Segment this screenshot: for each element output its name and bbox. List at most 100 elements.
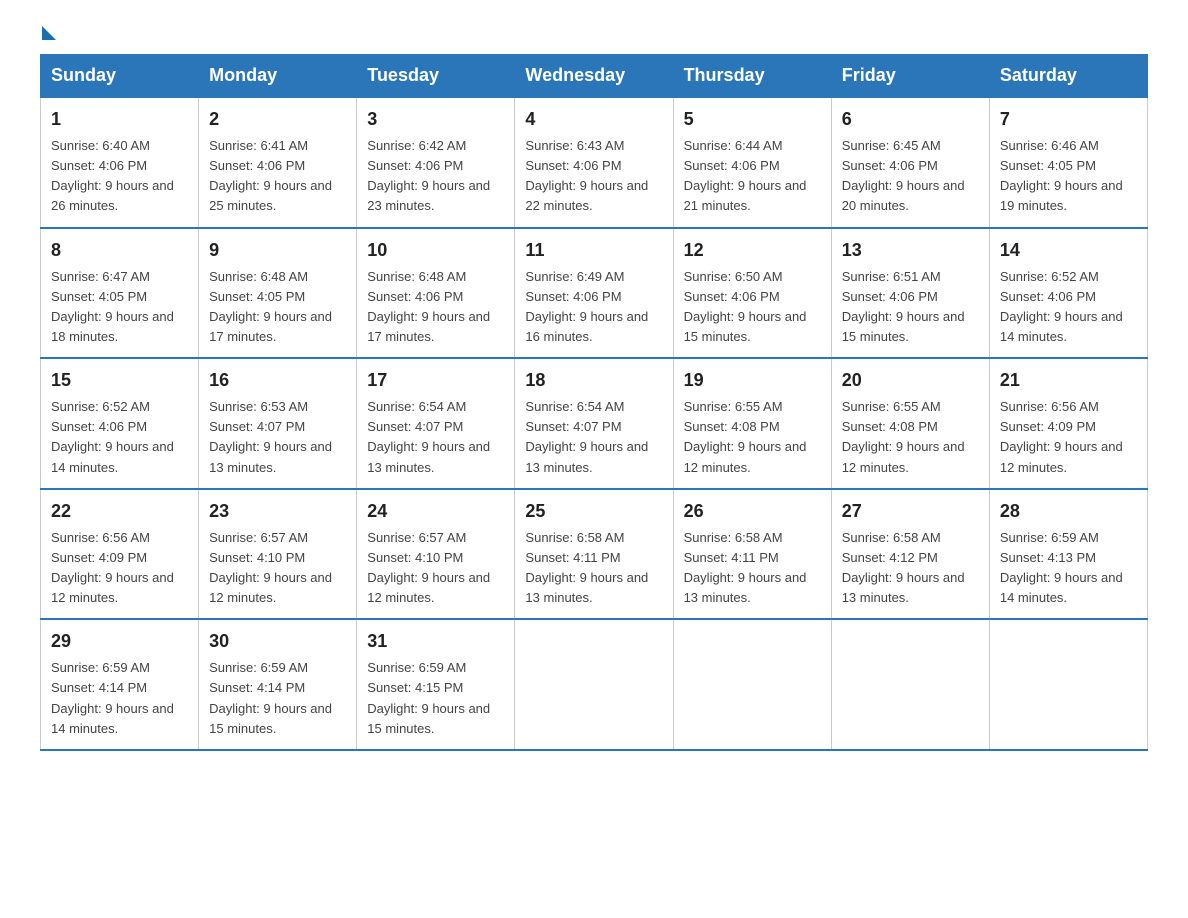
- day-number: 2: [209, 106, 346, 133]
- calendar-cell: 8 Sunrise: 6:47 AMSunset: 4:05 PMDaylight…: [41, 228, 199, 359]
- day-number: 20: [842, 367, 979, 394]
- day-info: Sunrise: 6:51 AMSunset: 4:06 PMDaylight:…: [842, 267, 979, 348]
- day-info: Sunrise: 6:46 AMSunset: 4:05 PMDaylight:…: [1000, 136, 1137, 217]
- weekday-header-sunday: Sunday: [41, 55, 199, 98]
- day-info: Sunrise: 6:59 AMSunset: 4:14 PMDaylight:…: [209, 658, 346, 739]
- calendar-cell: 16 Sunrise: 6:53 AMSunset: 4:07 PMDayligh…: [199, 358, 357, 489]
- calendar-cell: 20 Sunrise: 6:55 AMSunset: 4:08 PMDayligh…: [831, 358, 989, 489]
- calendar-cell: 18 Sunrise: 6:54 AMSunset: 4:07 PMDayligh…: [515, 358, 673, 489]
- calendar-cell: 17 Sunrise: 6:54 AMSunset: 4:07 PMDayligh…: [357, 358, 515, 489]
- calendar-cell: 10Sunrise: 6:48 AMSunset: 4:06 PMDayligh…: [357, 228, 515, 359]
- calendar-cell: 31 Sunrise: 6:59 AMSunset: 4:15 PMDayligh…: [357, 619, 515, 750]
- calendar-cell: 29 Sunrise: 6:59 AMSunset: 4:14 PMDayligh…: [41, 619, 199, 750]
- day-number: 22: [51, 498, 188, 525]
- day-info: Sunrise: 6:48 AMSunset: 4:05 PMDaylight:…: [209, 267, 346, 348]
- weekday-header-wednesday: Wednesday: [515, 55, 673, 98]
- day-info: Sunrise: 6:54 AMSunset: 4:07 PMDaylight:…: [367, 397, 504, 478]
- calendar-cell: 14 Sunrise: 6:52 AMSunset: 4:06 PMDayligh…: [989, 228, 1147, 359]
- calendar-cell: 9Sunrise: 6:48 AMSunset: 4:05 PMDaylight…: [199, 228, 357, 359]
- day-number: 13: [842, 237, 979, 264]
- calendar-cell: 30 Sunrise: 6:59 AMSunset: 4:14 PMDayligh…: [199, 619, 357, 750]
- day-number: 4: [525, 106, 662, 133]
- day-number: 11: [525, 237, 662, 264]
- day-number: 24: [367, 498, 504, 525]
- weekday-header-friday: Friday: [831, 55, 989, 98]
- day-number: 29: [51, 628, 188, 655]
- day-number: 19: [684, 367, 821, 394]
- day-number: 18: [525, 367, 662, 394]
- day-number: 12: [684, 237, 821, 264]
- day-number: 27: [842, 498, 979, 525]
- day-number: 30: [209, 628, 346, 655]
- calendar-cell: 28 Sunrise: 6:59 AMSunset: 4:13 PMDayligh…: [989, 489, 1147, 620]
- day-info: Sunrise: 6:58 AMSunset: 4:11 PMDaylight:…: [684, 528, 821, 609]
- weekday-header-monday: Monday: [199, 55, 357, 98]
- day-info: Sunrise: 6:52 AMSunset: 4:06 PMDaylight:…: [1000, 267, 1137, 348]
- day-info: Sunrise: 6:58 AMSunset: 4:12 PMDaylight:…: [842, 528, 979, 609]
- calendar-cell: 5 Sunrise: 6:44 AMSunset: 4:06 PMDaylight…: [673, 97, 831, 228]
- calendar-cell: 24 Sunrise: 6:57 AMSunset: 4:10 PMDayligh…: [357, 489, 515, 620]
- day-number: 14: [1000, 237, 1137, 264]
- day-number: 3: [367, 106, 504, 133]
- day-info: Sunrise: 6:59 AMSunset: 4:13 PMDaylight:…: [1000, 528, 1137, 609]
- calendar-cell: 1 Sunrise: 6:40 AMSunset: 4:06 PMDaylight…: [41, 97, 199, 228]
- day-info: Sunrise: 6:55 AMSunset: 4:08 PMDaylight:…: [684, 397, 821, 478]
- day-info: Sunrise: 6:57 AMSunset: 4:10 PMDaylight:…: [367, 528, 504, 609]
- day-number: 26: [684, 498, 821, 525]
- day-info: Sunrise: 6:40 AMSunset: 4:06 PMDaylight:…: [51, 136, 188, 217]
- calendar-cell: [673, 619, 831, 750]
- day-number: 17: [367, 367, 504, 394]
- day-info: Sunrise: 6:53 AMSunset: 4:07 PMDaylight:…: [209, 397, 346, 478]
- calendar-cell: 25 Sunrise: 6:58 AMSunset: 4:11 PMDayligh…: [515, 489, 673, 620]
- day-number: 5: [684, 106, 821, 133]
- calendar-cell: 2 Sunrise: 6:41 AMSunset: 4:06 PMDaylight…: [199, 97, 357, 228]
- day-number: 16: [209, 367, 346, 394]
- day-info: Sunrise: 6:44 AMSunset: 4:06 PMDaylight:…: [684, 136, 821, 217]
- weekday-header-tuesday: Tuesday: [357, 55, 515, 98]
- day-number: 25: [525, 498, 662, 525]
- day-number: 28: [1000, 498, 1137, 525]
- calendar-cell: 6 Sunrise: 6:45 AMSunset: 4:06 PMDaylight…: [831, 97, 989, 228]
- day-info: Sunrise: 6:59 AMSunset: 4:15 PMDaylight:…: [367, 658, 504, 739]
- day-number: 6: [842, 106, 979, 133]
- day-info: Sunrise: 6:56 AMSunset: 4:09 PMDaylight:…: [1000, 397, 1137, 478]
- day-info: Sunrise: 6:56 AMSunset: 4:09 PMDaylight:…: [51, 528, 188, 609]
- day-number: 8: [51, 237, 188, 264]
- page-header: [40, 30, 1148, 34]
- day-info: Sunrise: 6:45 AMSunset: 4:06 PMDaylight:…: [842, 136, 979, 217]
- calendar-cell: 27 Sunrise: 6:58 AMSunset: 4:12 PMDayligh…: [831, 489, 989, 620]
- weekday-header-saturday: Saturday: [989, 55, 1147, 98]
- day-number: 7: [1000, 106, 1137, 133]
- day-info: Sunrise: 6:47 AMSunset: 4:05 PMDaylight:…: [51, 267, 188, 348]
- calendar-cell: [989, 619, 1147, 750]
- calendar-cell: 7 Sunrise: 6:46 AMSunset: 4:05 PMDaylight…: [989, 97, 1147, 228]
- day-info: Sunrise: 6:48 AMSunset: 4:06 PMDaylight:…: [367, 267, 504, 348]
- day-info: Sunrise: 6:42 AMSunset: 4:06 PMDaylight:…: [367, 136, 504, 217]
- calendar-cell: [515, 619, 673, 750]
- logo: [40, 30, 56, 34]
- day-number: 1: [51, 106, 188, 133]
- day-info: Sunrise: 6:41 AMSunset: 4:06 PMDaylight:…: [209, 136, 346, 217]
- day-info: Sunrise: 6:50 AMSunset: 4:06 PMDaylight:…: [684, 267, 821, 348]
- calendar-cell: 3 Sunrise: 6:42 AMSunset: 4:06 PMDaylight…: [357, 97, 515, 228]
- day-info: Sunrise: 6:54 AMSunset: 4:07 PMDaylight:…: [525, 397, 662, 478]
- day-info: Sunrise: 6:55 AMSunset: 4:08 PMDaylight:…: [842, 397, 979, 478]
- day-info: Sunrise: 6:49 AMSunset: 4:06 PMDaylight:…: [525, 267, 662, 348]
- day-info: Sunrise: 6:52 AMSunset: 4:06 PMDaylight:…: [51, 397, 188, 478]
- calendar-cell: 23Sunrise: 6:57 AMSunset: 4:10 PMDayligh…: [199, 489, 357, 620]
- calendar-cell: 22 Sunrise: 6:56 AMSunset: 4:09 PMDayligh…: [41, 489, 199, 620]
- logo-triangle-icon: [42, 26, 56, 40]
- calendar-cell: 4 Sunrise: 6:43 AMSunset: 4:06 PMDaylight…: [515, 97, 673, 228]
- day-number: 15: [51, 367, 188, 394]
- calendar-cell: 19 Sunrise: 6:55 AMSunset: 4:08 PMDayligh…: [673, 358, 831, 489]
- day-number: 23: [209, 498, 346, 525]
- calendar-table: SundayMondayTuesdayWednesdayThursdayFrid…: [40, 54, 1148, 751]
- day-number: 31: [367, 628, 504, 655]
- day-number: 21: [1000, 367, 1137, 394]
- calendar-cell: 26 Sunrise: 6:58 AMSunset: 4:11 PMDayligh…: [673, 489, 831, 620]
- calendar-cell: [831, 619, 989, 750]
- day-info: Sunrise: 6:58 AMSunset: 4:11 PMDaylight:…: [525, 528, 662, 609]
- calendar-cell: 13 Sunrise: 6:51 AMSunset: 4:06 PMDayligh…: [831, 228, 989, 359]
- day-info: Sunrise: 6:59 AMSunset: 4:14 PMDaylight:…: [51, 658, 188, 739]
- day-info: Sunrise: 6:43 AMSunset: 4:06 PMDaylight:…: [525, 136, 662, 217]
